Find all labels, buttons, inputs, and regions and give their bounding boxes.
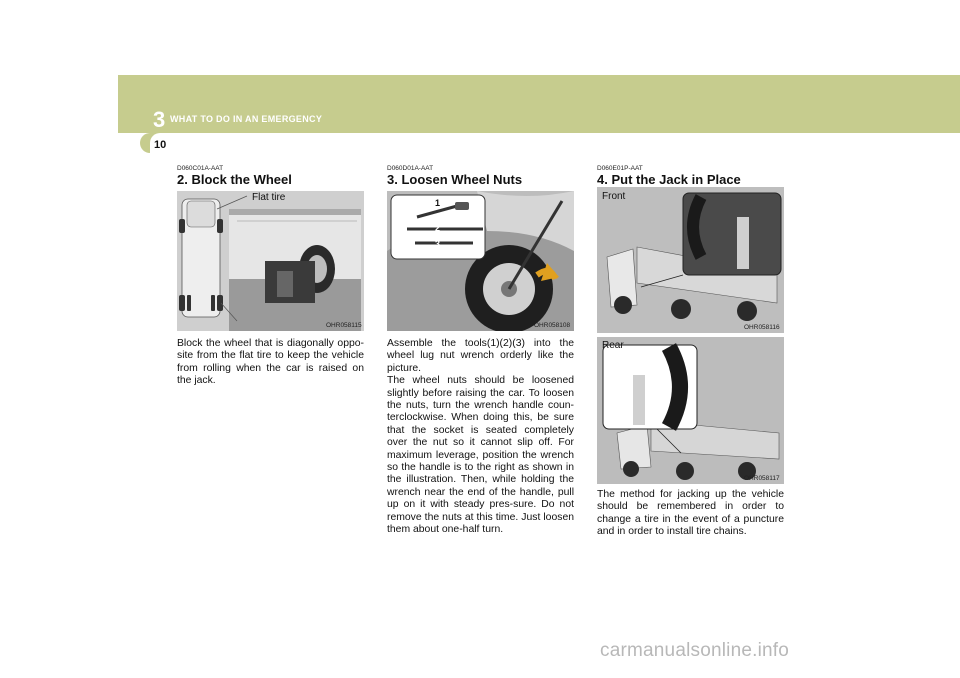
block-wheel-illustration	[177, 191, 364, 331]
section-body: The method for jacking up the vehicle sh…	[597, 489, 784, 538]
block-wheel-figure: Flat tire OHR058115	[177, 191, 364, 331]
section-body: Block the wheel that is diagonally oppo-…	[177, 338, 364, 387]
section-code: D060C01A-AAT	[177, 165, 224, 172]
jack-front-illustration	[597, 187, 784, 333]
section-code: D060E01P-AAT	[597, 165, 643, 172]
section-title: 4. Put the Jack in Place	[597, 172, 741, 187]
figure-id: OHR058108	[534, 322, 571, 329]
front-label: Front	[602, 191, 626, 202]
section-title: 3. Loosen Wheel Nuts	[387, 172, 523, 187]
jack-front-figure: Front OHR058116	[597, 187, 784, 333]
figure-id: OHR058117	[744, 475, 780, 482]
rear-label: Rear	[602, 340, 624, 351]
loosen-nuts-illustration	[387, 191, 574, 331]
tool-number-3: 3	[435, 239, 441, 249]
tool-number-2: 2	[435, 223, 441, 233]
chapter-number: 3	[153, 107, 166, 132]
section-body: Assemble the tools(1)(2)(3) into the whe…	[387, 338, 574, 536]
page-tab-cutout	[150, 133, 960, 153]
figure-id: OHR058116	[744, 324, 780, 331]
section-title: 2. Block the Wheel	[177, 172, 292, 187]
loosen-nuts-figure: 1 2 3 OHR058108	[387, 191, 574, 331]
jack-rear-illustration	[597, 337, 784, 484]
figure-id: OHR058115	[326, 322, 362, 329]
watermark: carmanualsonline.info	[600, 640, 790, 661]
page-number: 10	[154, 139, 167, 151]
flat-tire-label: Flat tire	[252, 192, 286, 203]
tool-number-1: 1	[435, 198, 441, 208]
section-code: D060D01A-AAT	[387, 165, 434, 172]
jack-rear-figure: Rear OHR058117	[597, 337, 784, 484]
chapter-header-band	[118, 75, 960, 133]
chapter-title: WHAT TO DO IN AN EMERGENCY	[170, 114, 323, 124]
